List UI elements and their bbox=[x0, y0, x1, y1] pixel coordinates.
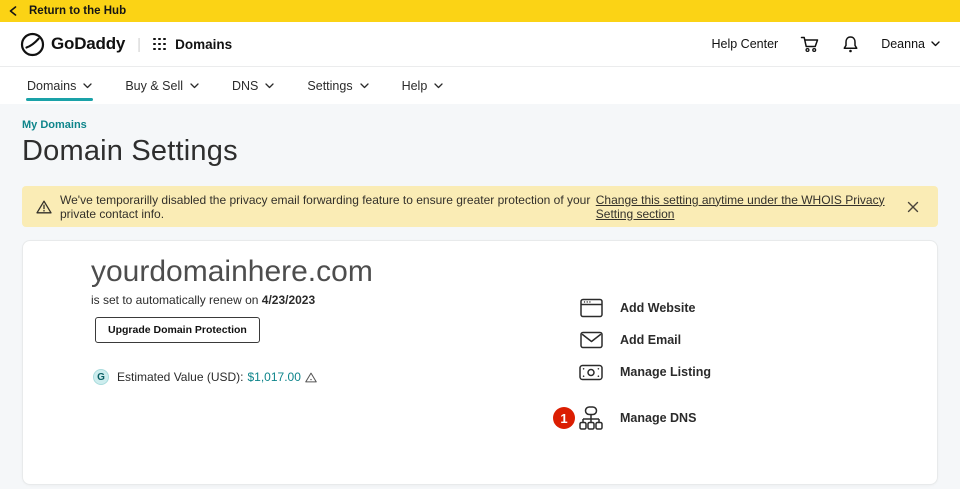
govalue-badge: G bbox=[93, 369, 109, 385]
apps-grid-icon[interactable] bbox=[153, 37, 166, 51]
chevron-down-icon bbox=[434, 82, 443, 89]
manage-dns-action[interactable]: 1 Manage DNS bbox=[553, 404, 697, 432]
chevron-left-icon bbox=[9, 6, 17, 16]
godaddy-logo-icon bbox=[20, 32, 45, 57]
nav-label: Buy & Sell bbox=[125, 78, 183, 93]
chevron-down-icon bbox=[83, 82, 92, 89]
return-to-hub-label: Return to the Hub bbox=[29, 5, 127, 17]
sitemap-icon bbox=[579, 405, 603, 431]
breadcrumb-my-domains[interactable]: My Domains bbox=[22, 119, 87, 131]
manage-listing-action[interactable]: Manage Listing bbox=[557, 358, 711, 386]
estimated-value-row: G Estimated Value (USD): $1,017.00 bbox=[93, 369, 373, 385]
add-email-action[interactable]: Add Email bbox=[557, 326, 681, 354]
header: GoDaddy | Domains Help Center Deanna bbox=[0, 22, 960, 67]
action-label: Manage Listing bbox=[620, 365, 711, 379]
domain-summary: yourdomainhere.com is set to automatical… bbox=[91, 254, 373, 385]
chevron-down-icon bbox=[190, 82, 199, 89]
action-label: Manage DNS bbox=[620, 411, 697, 425]
nav-label: DNS bbox=[232, 78, 259, 93]
money-icon bbox=[579, 364, 603, 381]
nav-label: Help bbox=[401, 78, 428, 93]
warning-triangle-icon bbox=[36, 200, 52, 214]
whois-privacy-setting-link[interactable]: Change this setting anytime under the WH… bbox=[596, 193, 905, 221]
nav-item-buy-sell[interactable]: Buy & Sell bbox=[125, 67, 199, 104]
nav-item-settings[interactable]: Settings bbox=[307, 67, 369, 104]
browser-window-icon bbox=[579, 298, 603, 318]
chevron-down-icon bbox=[359, 82, 369, 89]
renewal-date: 4/23/2023 bbox=[261, 293, 316, 307]
app-name: Domains bbox=[175, 36, 233, 52]
page-title: Domain Settings bbox=[22, 135, 238, 167]
main-content: My Domains Domain Settings We've tempora… bbox=[0, 104, 960, 485]
estimated-value-amount[interactable]: $1,017.00 bbox=[248, 370, 301, 384]
chevron-down-icon bbox=[265, 82, 275, 89]
nav-label: Settings bbox=[307, 78, 353, 93]
alert-message: We've temporarilly disabled the privacy … bbox=[60, 192, 591, 221]
domain-settings-card: yourdomainhere.com is set to automatical… bbox=[22, 240, 938, 485]
user-menu[interactable]: Deanna bbox=[881, 37, 940, 51]
nav-item-help[interactable]: Help bbox=[402, 67, 444, 104]
action-label: Add Website bbox=[620, 301, 696, 315]
godaddy-logo[interactable]: GoDaddy bbox=[20, 32, 125, 57]
quick-actions: Add Website Add Email Manage Listing 1 M… bbox=[553, 241, 837, 484]
cart-icon[interactable] bbox=[800, 35, 820, 53]
header-divider: | bbox=[137, 35, 142, 53]
renewal-text: is set to automatically renew on bbox=[91, 293, 259, 307]
brand-name: GoDaddy bbox=[51, 34, 126, 53]
return-to-hub-bar[interactable]: Return to the Hub bbox=[0, 0, 960, 22]
nav-item-dns[interactable]: DNS bbox=[232, 67, 275, 104]
chevron-down-icon bbox=[931, 41, 940, 47]
domain-name: yourdomainhere.com bbox=[91, 255, 373, 288]
notification-badge: 1 bbox=[553, 407, 575, 429]
envelope-icon bbox=[579, 331, 603, 349]
nav-item-domains[interactable]: Domains bbox=[25, 67, 94, 104]
upgrade-domain-protection-button[interactable]: Upgrade Domain Protection bbox=[95, 317, 260, 343]
privacy-alert-banner: We've temporarilly disabled the privacy … bbox=[22, 186, 938, 227]
primary-nav: Domains Buy & Sell DNS Settings Help bbox=[0, 67, 960, 104]
close-icon[interactable] bbox=[905, 199, 921, 215]
action-label: Add Email bbox=[620, 333, 682, 347]
warning-triangle-icon bbox=[305, 372, 317, 383]
nav-label: Domains bbox=[27, 78, 77, 93]
notifications-bell-icon[interactable] bbox=[842, 35, 859, 54]
renewal-info: is set to automatically renew on 4/23/20… bbox=[91, 293, 373, 307]
help-center-link[interactable]: Help Center bbox=[712, 37, 779, 51]
add-website-action[interactable]: Add Website bbox=[557, 294, 695, 322]
estimated-value-label: Estimated Value (USD): bbox=[117, 370, 244, 384]
user-name: Deanna bbox=[881, 37, 925, 51]
